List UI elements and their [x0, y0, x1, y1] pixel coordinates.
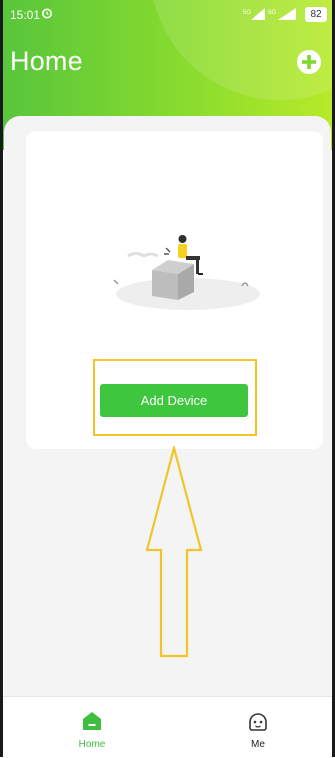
battery-indicator: 82 [305, 7, 327, 22]
person-sitting-on-box-illustration [113, 235, 260, 310]
face-icon [249, 713, 267, 731]
svg-text:5G: 5G [243, 10, 251, 16]
status-bar: 15:01 5G 5G 82 [0, 0, 335, 30]
svg-text:5G: 5G [268, 10, 276, 16]
tab-me-label: Me [251, 739, 265, 750]
plus-circle-icon[interactable] [295, 48, 323, 76]
home-icon [83, 712, 101, 730]
bottom-tab-bar: Home Me [0, 696, 335, 758]
tab-me[interactable]: Me [218, 697, 298, 758]
tab-home[interactable]: Home [52, 697, 132, 758]
alarm-icon [42, 8, 52, 19]
signal-icon-1: 5G [243, 8, 265, 23]
tab-home-label: Home [78, 739, 106, 750]
up-arrow-annotation [145, 446, 203, 658]
add-device-button[interactable]: Add Device [100, 384, 248, 417]
status-time: 15:01 [10, 8, 41, 22]
page-title: Home [10, 46, 83, 76]
signal-icon-2: 5G [268, 8, 296, 23]
